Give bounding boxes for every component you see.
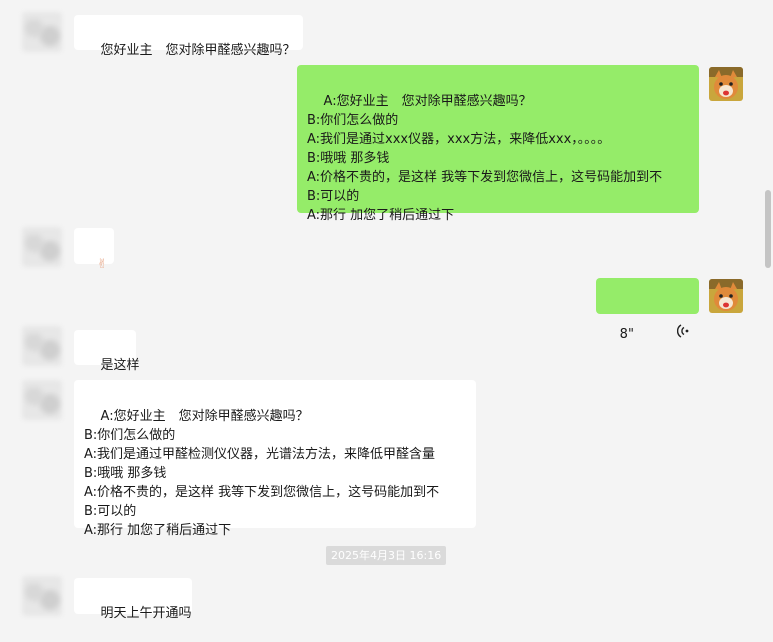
voice-wave-icon: [644, 305, 689, 363]
contact-avatar[interactable]: [22, 576, 62, 616]
voice-duration: 8": [619, 326, 634, 342]
chat-area: 您好业主 您对除甲醛感兴趣吗？ A:您好业主 您对除甲醛感兴趣吗？ B:你们怎么…: [0, 0, 773, 624]
message-text: A:您好业主 您对除甲醛感兴趣吗？ B:你们怎么做的 A:我们是通过xxx仪器，…: [307, 94, 663, 223]
message-bubble[interactable]: 是这样: [74, 330, 140, 373]
message-bubble[interactable]: 明天上午开通吗: [74, 578, 192, 621]
voice-message-bubble[interactable]: 8": [596, 278, 699, 342]
contact-avatar[interactable]: [22, 380, 62, 420]
message-text: 是这样: [100, 358, 140, 373]
contact-avatar[interactable]: [22, 12, 62, 52]
message-bubble[interactable]: 您好业主 您对除甲醛感兴趣吗？: [74, 15, 303, 58]
shiba-dog-avatar[interactable]: [709, 279, 743, 313]
contact-avatar[interactable]: [22, 227, 62, 267]
shiba-dog-avatar[interactable]: [709, 67, 743, 101]
message-bubble[interactable]: ✌: [74, 228, 114, 272]
message-bubble-self[interactable]: A:您好业主 您对除甲醛感兴趣吗？ B:你们怎么做的 A:我们是通过xxx仪器，…: [297, 65, 699, 223]
message-bubble[interactable]: A:您好业主 您对除甲醛感兴趣吗？ B:你们怎么做的 A:我们是通过甲醛检测仪仪…: [74, 380, 476, 538]
message-text: A:您好业主 您对除甲醛感兴趣吗？ B:你们怎么做的 A:我们是通过甲醛检测仪仪…: [84, 409, 440, 538]
contact-avatar[interactable]: [22, 326, 62, 366]
timestamp-label: 2025年4月3日 16:16: [326, 546, 447, 565]
scrollbar-thumb[interactable]: [765, 190, 771, 268]
victory-hand-emoji: ✌: [96, 257, 108, 272]
message-text: 明天上午开通吗: [100, 606, 192, 621]
message-text: 您好业主 您对除甲醛感兴趣吗？: [100, 43, 296, 58]
